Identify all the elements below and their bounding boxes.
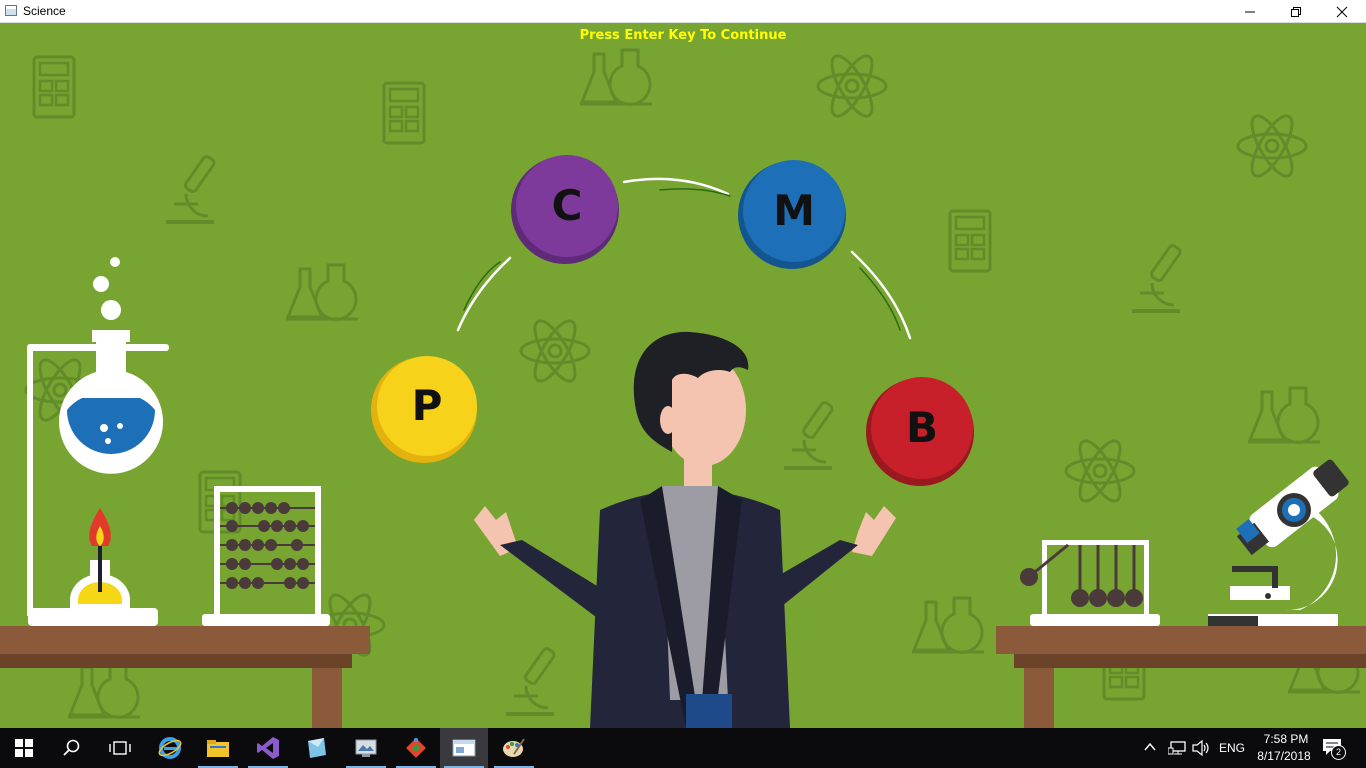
taskbar-science-app[interactable] [440,728,488,768]
microscope [1208,459,1349,626]
task-view-button[interactable] [96,728,144,768]
show-hidden-icons-button[interactable] [1144,740,1156,759]
speaker-icon [1192,739,1209,757]
restore-icon [1291,6,1301,17]
windows-start-icon [15,739,33,757]
close-icon [1336,6,1348,17]
window-title: Science [23,4,66,18]
abacus [202,486,330,626]
taskbar-file-explorer[interactable] [194,728,242,768]
person-figure [474,331,896,728]
scene-artwork [0,48,1366,728]
action-center-button[interactable]: 2 [1322,738,1346,760]
clock-time[interactable]: 7:58 PM [1258,732,1314,746]
chevron-up-icon [1144,742,1156,751]
window-titlebar: Science [0,0,1366,23]
search-button[interactable] [48,728,96,768]
taskbar-app-2[interactable] [342,728,390,768]
window-app-icon [5,5,17,16]
input-language[interactable]: ENG [1219,741,1245,755]
taskbar-internet-explorer[interactable] [146,728,194,768]
paint-icon [503,738,525,757]
internet-explorer-icon [158,737,182,759]
right-table [996,626,1366,728]
newtons-cradle [1020,540,1160,626]
start-button[interactable] [0,728,48,768]
minimize-button[interactable] [1227,0,1273,23]
game-scene[interactable]: Press Enter Key To Continue P C M B [0,23,1366,728]
clock-date[interactable]: 8/17/2018 [1254,749,1314,763]
taskbar-app-3[interactable] [392,728,440,768]
network-button[interactable] [1167,740,1186,761]
notification-count-badge: 2 [1331,745,1346,760]
ball-b-letter: B [905,403,938,452]
taskbar-app-1[interactable] [292,728,340,768]
close-button[interactable] [1319,0,1365,23]
science-app-icon [452,739,476,757]
ball-m-letter: M [773,186,815,235]
app-icon-1 [308,738,326,758]
taskbar-visual-studio[interactable] [244,728,292,768]
network-icon [1167,741,1186,755]
ball-p-letter: P [411,381,443,430]
left-table [0,626,370,728]
file-explorer-icon [207,740,229,757]
taskbar: ENG 7:58 PM 8/17/2018 2 [0,728,1366,768]
continue-prompt: Press Enter Key To Continue [579,28,787,43]
flask-stand [27,257,169,626]
app-icon-2 [355,739,377,757]
visual-studio-icon [257,737,279,759]
task-view-icon [109,741,131,755]
volume-button[interactable] [1192,739,1210,761]
restore-button[interactable] [1273,0,1319,23]
app-icon-3 [406,738,426,758]
minimize-icon [1245,11,1255,12]
search-icon [63,739,80,756]
taskbar-paint[interactable] [490,728,538,768]
ball-c-letter: C [551,181,583,230]
